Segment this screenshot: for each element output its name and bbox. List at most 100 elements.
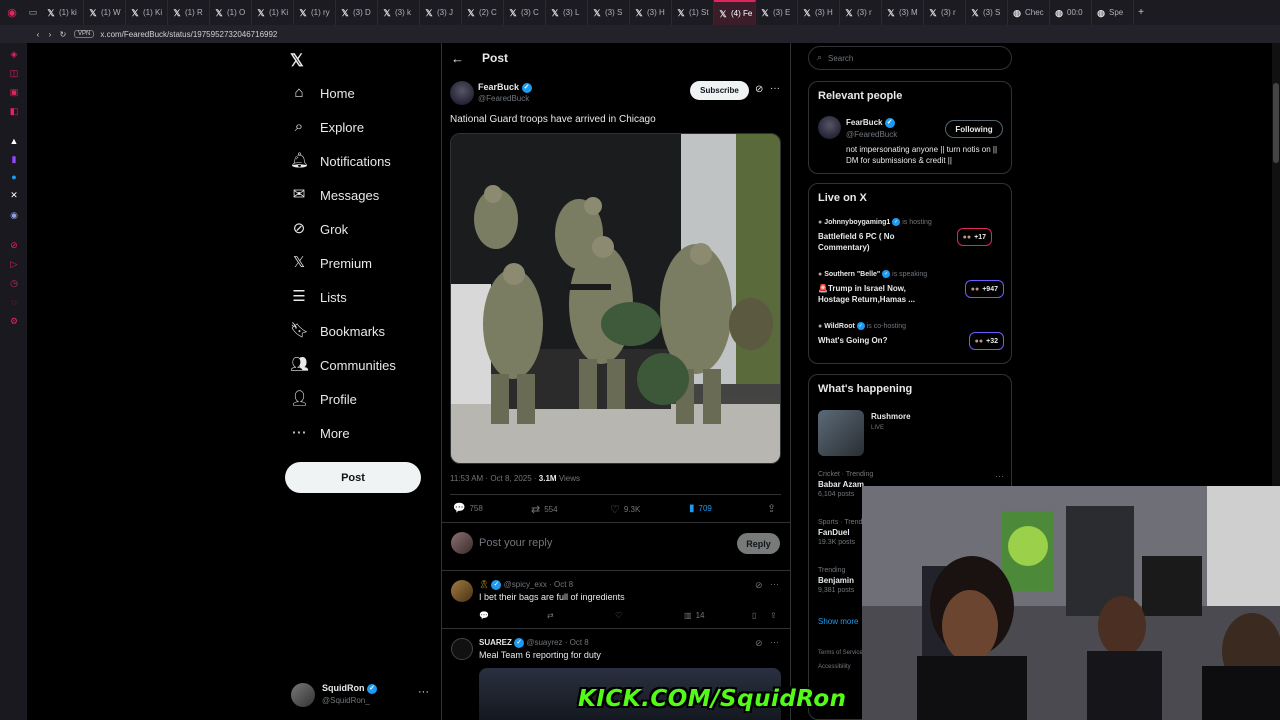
browser-tab[interactable]: 𝕏 (3) C [504,0,546,25]
workspace-icon[interactable]: ▭ [24,7,42,18]
browser-tab[interactable]: 𝕏 (3) k [378,0,420,25]
show-more-link[interactable]: Show more [818,617,858,626]
sidebar-app-icon[interactable]: ◫ [8,67,20,79]
repost-action[interactable]: ⇄ [547,611,554,620]
back-arrow-icon[interactable]: ‹ [32,30,44,39]
author-avatar[interactable] [450,81,474,105]
grok-icon[interactable]: ⊘ [755,638,763,649]
browser-tab[interactable]: 𝕏 (1) ki [42,0,84,25]
vpn-badge[interactable]: VPN [74,30,95,38]
more-dots-icon[interactable]: ··· [770,83,780,94]
browser-tab[interactable]: 𝕏 (1) St [672,0,714,25]
discord-icon[interactable]: ◉ [8,209,20,221]
grok-icon[interactable]: ⊘ [755,580,763,591]
like-action[interactable]: ♡ [615,611,622,620]
browser-tab[interactable]: 𝕏 (1) W [84,0,126,25]
nav-item-bookmarks[interactable]: 🔖︎ Bookmarks [290,322,385,340]
search-box[interactable]: ⌕ Search [808,46,1012,70]
nav-item-home[interactable]: ⌂ Home [290,84,354,102]
sidebar-app-icon[interactable]: ▷ [8,258,20,270]
browser-tab[interactable]: 𝕏 (3) S [588,0,630,25]
browser-tab[interactable]: ◍ Chec [1008,0,1050,25]
nav-item-profile[interactable]: 👤︎ Profile [290,390,357,408]
nav-item-premium[interactable]: 𝕏 Premium [290,254,372,272]
browser-tab[interactable]: 𝕏 (1) ry [294,0,336,25]
browser-tab[interactable]: 𝕏 (3) H [798,0,840,25]
browser-tab[interactable]: 𝕏 (1) R [168,0,210,25]
author-handle[interactable]: @FearedBuck [478,94,529,103]
twitch-icon[interactable]: ▮ [8,153,20,165]
nav-item-notifications[interactable]: 🔔︎ Notifications [290,152,391,170]
live-item[interactable]: ● WildRoot ✓ is co-hosting What's Going … [818,322,1004,366]
browser-tab[interactable]: 𝕏 (3) r [924,0,966,25]
sidebar-app-icon[interactable]: ◈ [8,48,20,60]
scrollbar-thumb[interactable] [1273,83,1279,163]
sidebar-app-icon[interactable]: ▲ [8,135,20,147]
live-item[interactable]: ● Southern "Belle" ✓ is speaking 🚨Trump … [818,270,1004,314]
featured-title[interactable]: Rushmore [871,412,911,421]
post-button[interactable]: Post [285,462,421,493]
author-name[interactable]: FearBuck [478,82,519,92]
forward-arrow-icon[interactable]: › [44,30,56,39]
person-name[interactable]: FearBuck [846,118,882,127]
sidebar-app-icon[interactable]: ◧ [8,105,20,117]
subscribe-button[interactable]: Subscribe [690,81,749,100]
browser-tab[interactable]: ◍ Spe [1092,0,1134,25]
x-logo-icon[interactable]: 𝕏 [290,51,304,71]
more-dots-icon[interactable]: ··· [995,471,1004,481]
search-input[interactable]: Search [828,54,853,63]
nav-item-explore[interactable]: ⌕ Explore [290,118,364,136]
more-dots-icon[interactable]: ··· [770,579,779,589]
browser-tab[interactable]: 𝕏 (3) E [756,0,798,25]
url-field[interactable]: x.com/FearedBuck/status/1975952732046716… [100,30,277,39]
back-arrow-icon[interactable]: ← [451,51,464,66]
browser-tab[interactable]: 𝕏 (3) M [882,0,924,25]
views-action[interactable]: ▥ 14 [684,611,704,620]
x-icon[interactable]: ✕ [8,189,20,201]
footer-link[interactable]: Accessibility [818,664,851,670]
browser-tab[interactable]: 𝕏 (1) Ki [126,0,168,25]
like-action[interactable]: ♡ 9.3K [610,503,640,516]
browser-tab[interactable]: 𝕏 (1) O [210,0,252,25]
sidebar-app-icon[interactable]: ▣ [8,86,20,98]
reply-avatar[interactable] [451,580,473,602]
share-icon[interactable]: ⇪ [767,502,776,515]
sidebar-app-icon[interactable]: ◷ [8,277,20,289]
grok-icon[interactable]: ⊘ [755,84,763,95]
browser-tab[interactable]: 𝕏 (3) D [336,0,378,25]
browser-tab[interactable]: 𝕏 (3) L [546,0,588,25]
featured-thumbnail[interactable] [818,410,864,456]
person-handle[interactable]: @FearedBuck [846,130,897,139]
settings-icon[interactable]: ⚙ [8,315,20,327]
reply-action[interactable]: 💬 758 [453,503,483,514]
avatar[interactable] [818,116,841,139]
reply-avatar[interactable] [451,638,473,660]
reply-action[interactable]: 💬 [479,611,489,620]
sidebar-app-icon[interactable]: ◌ [8,296,20,308]
browser-tab[interactable]: 𝕏 (3) r [840,0,882,25]
bookmark-icon[interactable]: ▯ [752,611,756,620]
browser-tab[interactable]: 𝕏 (4) Fe [714,0,756,25]
footer-link[interactable]: Terms of Service [818,650,863,656]
browser-tab[interactable]: 𝕏 (3) S [966,0,1008,25]
post-image[interactable] [450,133,781,464]
nav-item-grok[interactable]: ⊘ Grok [290,220,348,238]
nav-item-communities[interactable]: 👥︎ Communities [290,356,396,374]
live-item[interactable]: ● Johnnyboygaming1 ✓ is hosting Battlefi… [818,218,1004,262]
messenger-icon[interactable]: ● [8,171,20,183]
share-icon[interactable]: ⇪ [770,611,777,620]
browser-tab[interactable]: 𝕏 (3) J [420,0,462,25]
reply-author[interactable]: SUAREZ [479,638,512,647]
more-dots-icon[interactable]: ··· [770,637,779,647]
reply-button[interactable]: Reply [737,533,780,554]
post-timestamp[interactable]: 11:53 AM · Oct 8, 2025 · [450,474,537,483]
reply-handle[interactable]: @suayrez · Oct 8 [526,638,588,647]
browser-tab[interactable]: 𝕏 (3) H [630,0,672,25]
nav-item-more[interactable]: ⋯ More [290,424,350,442]
browser-tab[interactable]: 𝕏 (2) C [462,0,504,25]
reload-icon[interactable]: ↻ [56,30,70,39]
reply-input[interactable]: Post your reply [479,537,552,549]
nav-item-lists[interactable]: ☰ Lists [290,288,346,306]
browser-tab[interactable]: 𝕏 (1) Ki [252,0,294,25]
browser-tab[interactable]: ◍ 00:0 [1050,0,1092,25]
